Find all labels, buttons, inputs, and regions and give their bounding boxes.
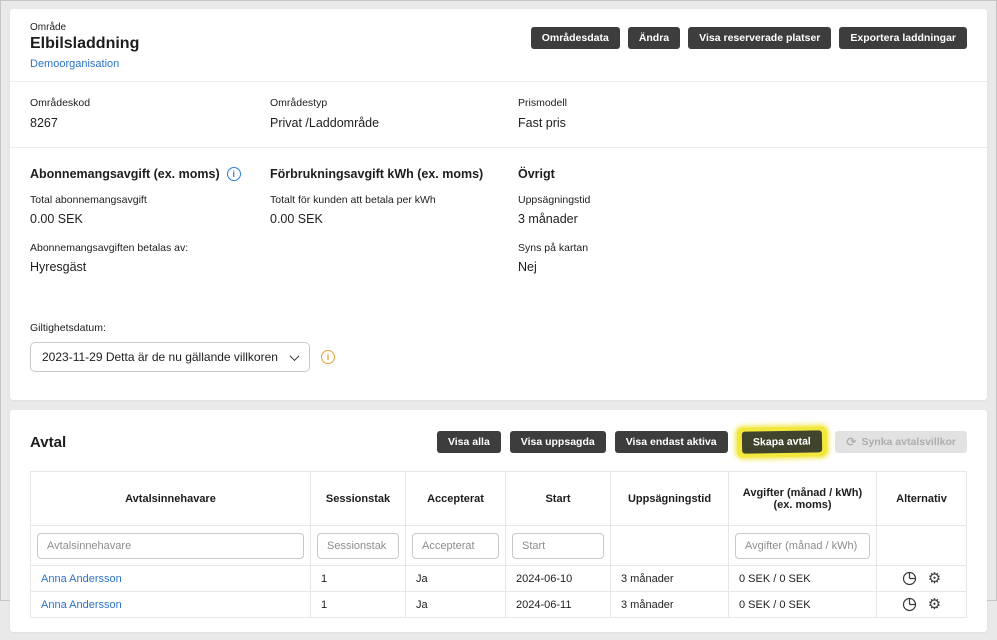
exportera-laddningar-button[interactable]: Exportera laddningar	[839, 27, 967, 49]
validity-section: Giltighetsdatum: 2023-11-29 Detta är de …	[10, 274, 987, 400]
agreement-holder-link[interactable]: Anna Andersson	[41, 599, 122, 611]
field-prismodell: Prismodell Fast pris	[518, 97, 967, 130]
consumption-fee-column: Förbrukningsavgift kWh (ex. moms) Totalt…	[270, 167, 518, 274]
cell-avgifter: 0 SEK / 0 SEK	[729, 592, 877, 618]
table-row: Anna Andersson 1 Ja 2024-06-11 3 månader…	[31, 592, 967, 618]
visa-endast-aktiva-button[interactable]: Visa endast aktiva	[615, 431, 728, 453]
filter-avgifter-input[interactable]	[735, 533, 870, 559]
filter-uppsagningstid-empty	[611, 526, 729, 566]
page: Område Elbilsladdning Demoorganisation O…	[1, 1, 996, 640]
visa-uppsagda-button[interactable]: Visa uppsagda	[510, 431, 606, 453]
field-label: Områdeskod	[30, 97, 270, 109]
page-title: Elbilsladdning	[30, 35, 139, 53]
agreement-holder-link[interactable]: Anna Andersson	[41, 573, 122, 585]
highlight-annotation: Skapa avtal	[736, 426, 826, 458]
statistics-icon[interactable]	[902, 571, 917, 586]
gear-icon[interactable]: ⚙	[928, 597, 941, 612]
gear-icon[interactable]: ⚙	[928, 571, 941, 586]
per-kwh-value: 0.00 SEK	[270, 212, 518, 226]
cell-uppsagningstid: 3 månader	[611, 566, 729, 592]
paid-by-value: Hyresgäst	[30, 260, 270, 274]
notice-period-label: Uppsägningstid	[518, 194, 967, 206]
visa-reserverade-platser-button[interactable]: Visa reserverade platser	[688, 27, 831, 49]
table-row: Anna Andersson 1 Ja 2024-06-10 3 månader…	[31, 566, 967, 592]
header-start: Start	[506, 472, 611, 526]
chevron-down-icon	[290, 351, 300, 361]
area-kicker: Område	[30, 22, 139, 33]
field-value: Fast pris	[518, 116, 967, 130]
validity-selected-option: 2023-11-29 Detta är de nu gällande villk…	[42, 350, 278, 364]
visa-alla-button[interactable]: Visa alla	[437, 431, 501, 453]
validity-select[interactable]: 2023-11-29 Detta är de nu gällande villk…	[30, 342, 310, 372]
cell-sessionstak: 1	[311, 592, 406, 618]
cell-accepterat: Ja	[406, 592, 506, 618]
field-omradeskod: Områdeskod 8267	[30, 97, 270, 130]
warning-icon[interactable]: i	[321, 350, 335, 364]
header-avtalsinnehavare: Avtalsinnehavare	[31, 472, 311, 526]
area-card: Område Elbilsladdning Demoorganisation O…	[10, 9, 987, 400]
other-heading: Övrigt	[518, 167, 555, 181]
agreements-button-row: Visa alla Visa uppsagda Visa endast akti…	[437, 427, 967, 457]
info-icon[interactable]: i	[227, 167, 241, 181]
area-info-row: Områdeskod 8267 Områdestyp Privat /Laddo…	[10, 82, 987, 148]
subscription-fee-column: Abonnemangsavgift (ex. moms) i Total abo…	[30, 167, 270, 274]
header-uppsagningstid: Uppsägningstid	[611, 472, 729, 526]
agreements-header: Avtal Visa alla Visa uppsagda Visa endas…	[10, 410, 987, 471]
field-label: Områdestyp	[270, 97, 518, 109]
sync-button-label: Synka avtalsvillkor	[861, 436, 956, 448]
consumption-heading: Förbrukningsavgift kWh (ex. moms)	[270, 167, 483, 181]
filter-alternativ-empty	[877, 526, 967, 566]
header-accepterat: Accepterat	[406, 472, 506, 526]
table-filter-row	[31, 526, 967, 566]
total-fee-value: 0.00 SEK	[30, 212, 270, 226]
map-visibility-value: Nej	[518, 260, 967, 274]
header-sessionstak: Sessionstak	[311, 472, 406, 526]
organisation-link[interactable]: Demoorganisation	[30, 58, 119, 70]
area-card-header: Område Elbilsladdning Demoorganisation O…	[10, 9, 987, 82]
paid-by-label: Abonnemangsavgiften betalas av:	[30, 242, 270, 254]
cell-start: 2024-06-10	[506, 566, 611, 592]
field-omradestyp: Områdestyp Privat /Laddområde	[270, 97, 518, 130]
filter-avtalsinnehavare-input[interactable]	[37, 533, 304, 559]
agreements-card: Avtal Visa alla Visa uppsagda Visa endas…	[10, 410, 987, 632]
synka-avtalsvillkor-button: ⟳ Synka avtalsvillkor	[835, 431, 967, 453]
other-column: Övrigt Uppsägningstid 3 månader Syns på …	[518, 167, 967, 274]
agreements-title: Avtal	[30, 434, 66, 451]
header-avgifter: Avgifter (månad / kWh) (ex. moms)	[729, 472, 877, 526]
andra-button[interactable]: Ändra	[628, 27, 680, 49]
filter-start-input[interactable]	[512, 533, 604, 559]
notice-period-value: 3 månader	[518, 212, 967, 226]
per-kwh-label: Totalt för kunden att betala per kWh	[270, 194, 518, 206]
field-value: Privat /Laddområde	[270, 116, 518, 130]
cell-avgifter: 0 SEK / 0 SEK	[729, 566, 877, 592]
cell-start: 2024-06-11	[506, 592, 611, 618]
cell-accepterat: Ja	[406, 566, 506, 592]
table-header-row: Avtalsinnehavare Sessionstak Accepterat …	[31, 472, 967, 526]
agreements-table: Avtalsinnehavare Sessionstak Accepterat …	[30, 471, 967, 618]
title-block: Område Elbilsladdning Demoorganisation	[30, 22, 139, 72]
omradesdata-button[interactable]: Områdesdata	[531, 27, 620, 49]
cell-uppsagningstid: 3 månader	[611, 592, 729, 618]
header-alternativ: Alternativ	[877, 472, 967, 526]
sync-icon: ⟳	[846, 436, 856, 448]
filter-accepterat-input[interactable]	[412, 533, 499, 559]
field-label: Prismodell	[518, 97, 967, 109]
map-visibility-label: Syns på kartan	[518, 242, 967, 254]
statistics-icon[interactable]	[902, 597, 917, 612]
subscription-heading: Abonnemangsavgift (ex. moms)	[30, 167, 220, 181]
filter-sessionstak-input[interactable]	[317, 533, 399, 559]
validity-label: Giltighetsdatum:	[30, 322, 967, 334]
cell-sessionstak: 1	[311, 566, 406, 592]
skapa-avtal-button[interactable]: Skapa avtal	[741, 430, 821, 453]
field-value: 8267	[30, 116, 270, 130]
header-button-row: Områdesdata Ändra Visa reserverade plats…	[531, 22, 967, 49]
pricing-row: Abonnemangsavgift (ex. moms) i Total abo…	[10, 148, 987, 274]
total-fee-label: Total abonnemangsavgift	[30, 194, 270, 206]
